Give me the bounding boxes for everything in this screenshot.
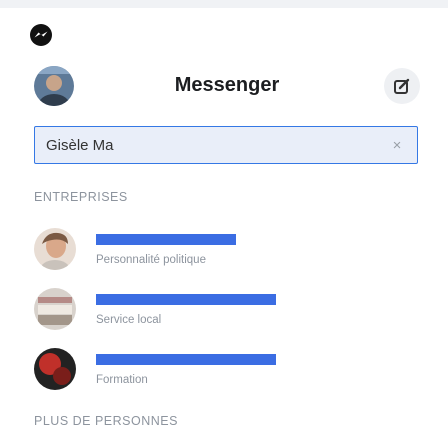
list-item[interactable]: Formation xyxy=(34,344,420,394)
compose-icon xyxy=(394,78,410,94)
close-icon[interactable]: × xyxy=(387,135,407,155)
redaction-bar xyxy=(96,354,276,365)
avatar[interactable] xyxy=(34,66,74,106)
redaction-bar xyxy=(96,294,276,305)
avatar xyxy=(34,348,76,390)
result-subtitle: Personnalité politique xyxy=(96,254,206,266)
top-border xyxy=(0,0,448,8)
list-item[interactable]: Personnalité politique xyxy=(34,224,420,274)
header: Messenger xyxy=(34,64,420,108)
redaction-bar xyxy=(96,234,236,245)
messenger-logo-icon[interactable] xyxy=(29,23,53,47)
result-subtitle: Formation xyxy=(96,374,148,386)
list-item[interactable]: Service local xyxy=(34,284,420,334)
page-title: Messenger xyxy=(174,74,280,96)
search-input[interactable] xyxy=(35,127,386,163)
messenger-panel: Messenger × ENTREPRISES Personnalité pol… xyxy=(0,0,448,430)
avatar xyxy=(34,228,76,270)
result-subtitle: Service local xyxy=(96,314,162,326)
section-header-businesses: ENTREPRISES xyxy=(34,190,128,204)
avatar xyxy=(34,288,76,330)
section-header-more-people: PLUS DE PERSONNES xyxy=(34,414,178,428)
search-box: × xyxy=(34,126,418,164)
compose-button[interactable] xyxy=(384,68,420,104)
